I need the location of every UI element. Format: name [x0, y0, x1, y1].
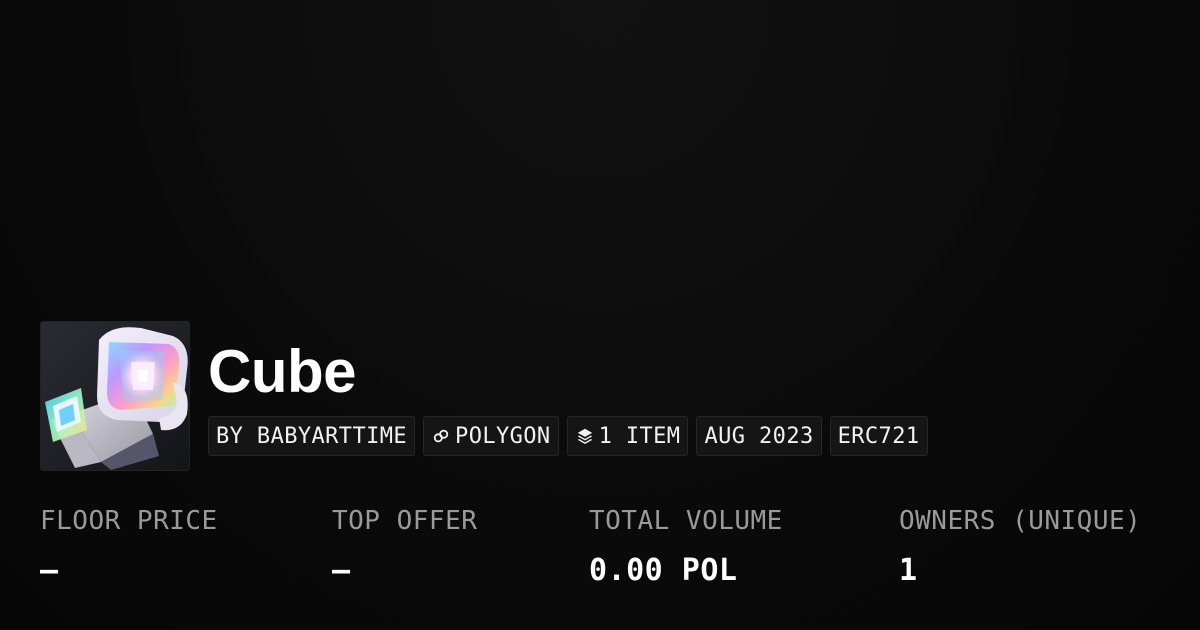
chain-chip[interactable]: POLYGON: [423, 416, 559, 456]
total-volume-label: TOTAL VOLUME: [589, 506, 783, 536]
layers-icon: [575, 426, 595, 446]
date-chip: AUG 2023: [696, 416, 822, 456]
stat-owners: OWNERS (UNIQUE) 1: [899, 503, 1141, 589]
collection-header: Cube BY BABYARTTIME POLYGON 1 ITEM AUG 2…: [40, 321, 928, 471]
stat-top-offer: TOP OFFER –: [332, 503, 477, 589]
stat-total-volume: TOTAL VOLUME 0.00 POL: [589, 503, 783, 589]
collection-title: Cube: [208, 338, 356, 405]
top-offer-label: TOP OFFER: [332, 506, 478, 536]
top-offer-value: –: [332, 553, 351, 588]
items-chip[interactable]: 1 ITEM: [566, 416, 689, 456]
owners-label: OWNERS (UNIQUE): [899, 506, 1142, 536]
standard-chip: ERC721: [829, 416, 928, 456]
date-label: AUG 2023: [704, 423, 814, 449]
collection-chips: BY BABYARTTIME POLYGON 1 ITEM AUG 2023 E…: [208, 416, 928, 456]
creator-chip[interactable]: BY BABYARTTIME: [208, 416, 416, 456]
collection-info: Cube BY BABYARTTIME POLYGON 1 ITEM AUG 2…: [208, 321, 928, 471]
standard-label: ERC721: [837, 423, 920, 449]
owners-value: 1: [899, 553, 918, 588]
creator-label: BY BABYARTTIME: [216, 423, 408, 449]
items-label: 1 ITEM: [598, 423, 681, 449]
chain-label: POLYGON: [455, 423, 551, 449]
collection-avatar[interactable]: [40, 321, 190, 471]
floor-price-label: FLOOR PRICE: [40, 506, 218, 536]
cube-artwork-image: [41, 322, 189, 470]
polygon-icon: [431, 426, 451, 446]
floor-price-value: –: [40, 553, 59, 588]
total-volume-value: 0.00 POL: [589, 553, 738, 588]
stat-floor-price: FLOOR PRICE –: [40, 503, 218, 589]
